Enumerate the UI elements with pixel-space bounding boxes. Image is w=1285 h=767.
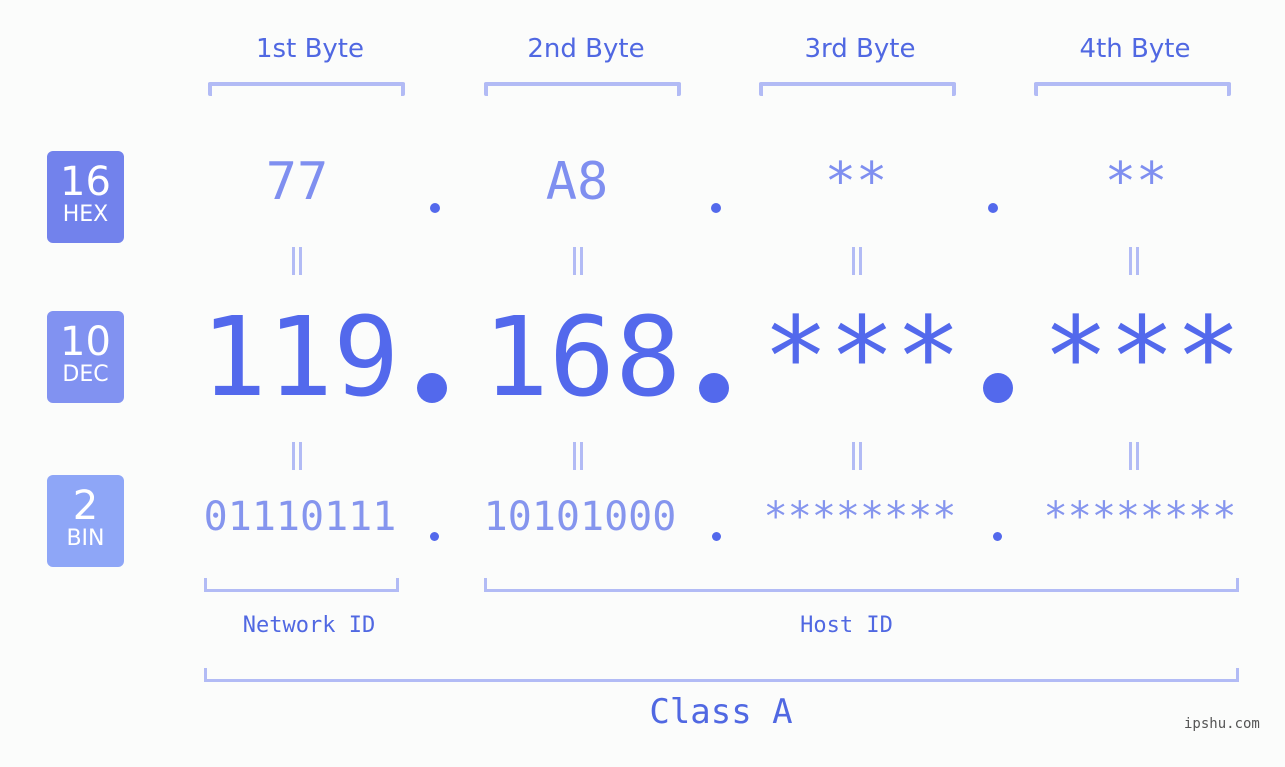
bin-badge: 2 BIN <box>47 475 124 567</box>
watermark: ipshu.com <box>1184 716 1260 732</box>
dec-byte-1: 119 <box>200 293 400 421</box>
dec-dot-1 <box>417 373 447 403</box>
bin-dot-2 <box>712 532 721 541</box>
bin-badge-base: 2 <box>72 483 99 529</box>
hex-badge: 16 HEX <box>47 151 124 243</box>
byte-bracket-3 <box>759 82 956 96</box>
bin-byte-1: 01110111 <box>203 494 397 540</box>
bin-badge-label: BIN <box>66 526 105 551</box>
dec-byte-2: 168 <box>482 293 682 421</box>
equals-icon <box>292 247 302 275</box>
hex-byte-3: ** <box>824 152 888 212</box>
dec-dot-2 <box>699 373 729 403</box>
dec-badge: 10 DEC <box>47 311 124 403</box>
equals-icon <box>1129 247 1139 275</box>
equals-icon <box>573 247 583 275</box>
byte-header-2: 2nd Byte <box>527 34 645 64</box>
equals-icon <box>852 247 862 275</box>
byte-header-3: 3rd Byte <box>804 34 916 64</box>
bin-dot-1 <box>430 532 439 541</box>
bin-byte-3: ******** <box>763 494 957 540</box>
bin-dot-3 <box>993 532 1002 541</box>
class-label: Class A <box>649 692 793 732</box>
equals-icon <box>852 442 862 470</box>
equals-icon <box>573 442 583 470</box>
host-id-label: Host ID <box>800 613 893 638</box>
dec-badge-label: DEC <box>62 362 109 387</box>
host-id-bracket <box>484 578 1239 592</box>
hex-byte-4: ** <box>1104 152 1168 212</box>
network-id-label: Network ID <box>242 613 376 638</box>
byte-header-4: 4th Byte <box>1079 34 1191 64</box>
dec-byte-3: *** <box>762 293 962 421</box>
bin-byte-4: ******** <box>1043 494 1237 540</box>
byte-bracket-4 <box>1034 82 1231 96</box>
byte-bracket-2 <box>484 82 681 96</box>
byte-bracket-1 <box>208 82 405 96</box>
hex-badge-label: HEX <box>62 202 109 227</box>
dec-byte-4: *** <box>1042 293 1242 421</box>
byte-header-1: 1st Byte <box>256 34 364 64</box>
hex-badge-base: 16 <box>60 159 111 205</box>
equals-icon <box>292 442 302 470</box>
hex-byte-2: A8 <box>545 152 609 212</box>
hex-dot-2 <box>711 203 721 213</box>
network-id-bracket <box>204 578 399 592</box>
hex-dot-1 <box>430 203 440 213</box>
class-bracket <box>204 668 1239 682</box>
equals-icon <box>1129 442 1139 470</box>
hex-dot-3 <box>988 203 998 213</box>
dec-dot-3 <box>983 373 1013 403</box>
hex-byte-1: 77 <box>265 152 329 212</box>
bin-byte-2: 10101000 <box>483 494 677 540</box>
dec-badge-base: 10 <box>60 319 111 365</box>
